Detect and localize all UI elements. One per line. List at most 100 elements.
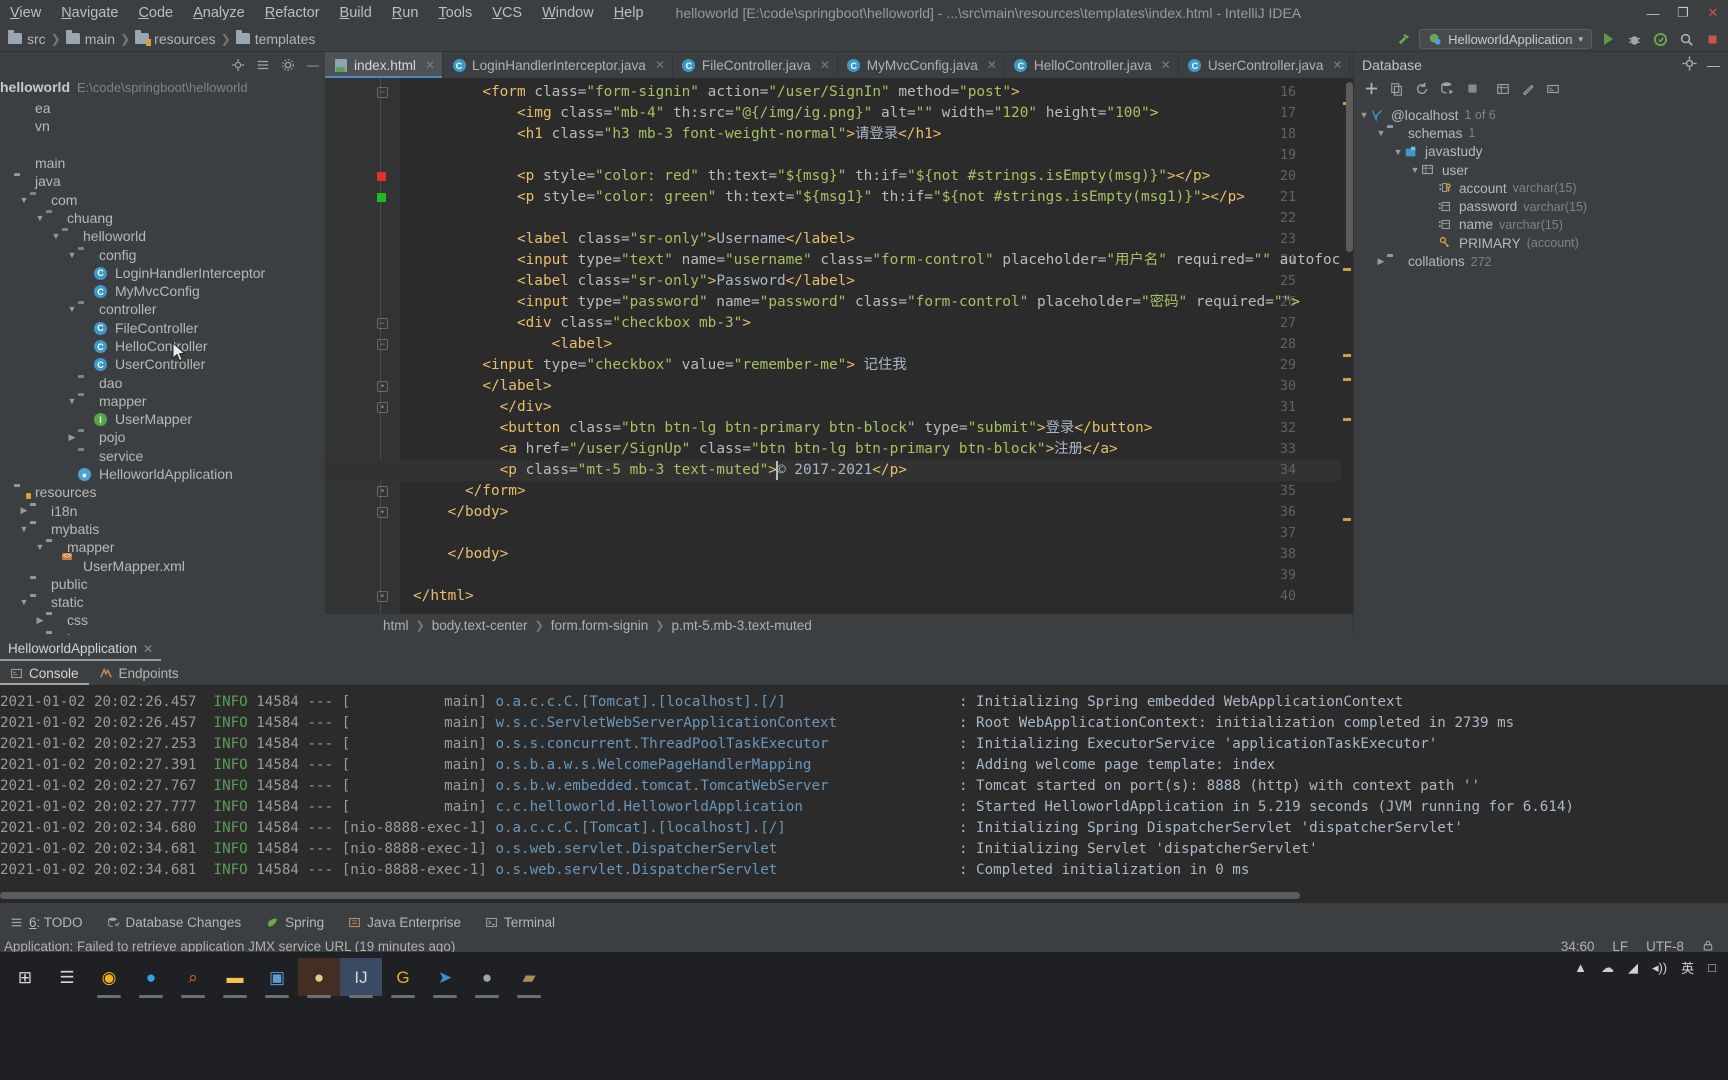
- code-line[interactable]: </html>: [413, 586, 474, 607]
- build-hammer-icon[interactable]: [1393, 29, 1413, 49]
- refresh-icon[interactable]: [1415, 82, 1429, 99]
- steam-icon[interactable]: ●: [466, 958, 508, 998]
- tree-item-usermapper[interactable]: I UserMapper: [0, 410, 325, 428]
- chevron-right-icon[interactable]: ▶: [18, 505, 30, 516]
- intellij-idea-icon[interactable]: IJ: [340, 958, 382, 998]
- grammarly-icon[interactable]: G: [382, 958, 424, 998]
- editor-breadcrumb-item[interactable]: form.form-signin: [551, 618, 649, 633]
- stop-icon[interactable]: [1702, 29, 1722, 49]
- close-icon[interactable]: ✕: [1161, 58, 1171, 72]
- chevron-down-icon[interactable]: ▼: [34, 213, 46, 223]
- editor-tab-hellocontroller-java[interactable]: C HelloController.java ✕: [1005, 52, 1179, 78]
- tree-item-helloworldapplication[interactable]: ● HelloworldApplication: [0, 465, 325, 483]
- code-line[interactable]: <p class="mt-5 mb-3 text-muted">© 2017-2…: [413, 460, 907, 481]
- breadcrumb-item-main[interactable]: main: [65, 30, 115, 47]
- console-icon[interactable]: [1546, 82, 1560, 99]
- tree-item-i18n[interactable]: ▶ i18n: [0, 502, 325, 520]
- hide-panel-icon[interactable]: —: [305, 57, 321, 73]
- editor-tab-usercontroller-java[interactable]: C UserController.java ✕: [1179, 52, 1351, 78]
- tree-item-usermapper-xml[interactable]: UserMapper.xml: [0, 556, 325, 574]
- chevron-down-icon[interactable]: ▼: [1409, 165, 1421, 175]
- fold-end-icon[interactable]: •: [377, 507, 388, 518]
- run-configuration-selector[interactable]: HelloworldApplication ▾: [1419, 29, 1592, 49]
- editor-breadcrumb-item[interactable]: body.text-center: [432, 618, 528, 633]
- tree-item-blank[interactable]: [0, 136, 325, 154]
- remote-desktop-icon[interactable]: ▣: [256, 958, 298, 998]
- editor-tab-loginhandlerinterceptor-java[interactable]: C LoginHandlerInterceptor.java ✕: [443, 52, 673, 78]
- tree-item-filecontroller[interactable]: C FileController: [0, 319, 325, 337]
- chevron-down-icon[interactable]: ▼: [1375, 128, 1387, 138]
- db-tree-item-javastudy[interactable]: ▼ javastudy: [1354, 143, 1728, 161]
- code-line[interactable]: <input type="password" name="password" c…: [413, 292, 1300, 313]
- locate-icon[interactable]: [1682, 56, 1697, 74]
- chevron-down-icon[interactable]: ▼: [18, 195, 30, 205]
- notification-icon[interactable]: □: [1708, 960, 1716, 975]
- chevron-right-icon[interactable]: ▶: [1375, 256, 1387, 267]
- tree-item-img[interactable]: ▼ img: [0, 630, 325, 635]
- tree-item-css[interactable]: ▶ css: [0, 611, 325, 629]
- close-icon[interactable]: ✕: [655, 58, 665, 72]
- tree-item-mapper[interactable]: ▼ mapper: [0, 538, 325, 556]
- ime-icon[interactable]: 英: [1681, 958, 1694, 977]
- db-tree-item-name[interactable]: name varchar(15): [1354, 216, 1728, 234]
- media-icon[interactable]: ●: [298, 958, 340, 998]
- tree-item-mybatis[interactable]: ▼ mybatis: [0, 520, 325, 538]
- task-view-icon[interactable]: ☰: [46, 958, 88, 996]
- menu-item-vcs[interactable]: VCS: [482, 0, 532, 26]
- expand-collapse-icon[interactable]: [255, 57, 271, 73]
- editor-vertical-scrollbar[interactable]: [1346, 82, 1353, 252]
- run-query-icon[interactable]: [1440, 81, 1455, 99]
- code-line[interactable]: <p style="color: green" th:text="${msg1}…: [413, 187, 1245, 208]
- code-line[interactable]: <h1 class="h3 mb-3 font-weight-normal">请…: [413, 124, 941, 145]
- debug-icon[interactable]: [1624, 29, 1644, 49]
- add-icon[interactable]: [1364, 81, 1379, 99]
- tree-item-usercontroller[interactable]: C UserController: [0, 355, 325, 373]
- table-icon[interactable]: [1496, 82, 1510, 99]
- menu-item-navigate[interactable]: Navigate: [51, 0, 128, 26]
- tree-item-loginhandlerinterceptor[interactable]: C LoginHandlerInterceptor: [0, 264, 325, 282]
- close-icon[interactable]: ✕: [1332, 58, 1342, 72]
- close-button[interactable]: ✕: [1698, 0, 1728, 26]
- chevron-down-icon[interactable]: ▼: [18, 597, 30, 607]
- editor-breadcrumb[interactable]: html ❯ body.text-center ❯ form.form-signin ❯ p…: [325, 614, 1353, 636]
- code-line[interactable]: <label>: [413, 334, 613, 355]
- breadcrumb-item-resources[interactable]: resources: [135, 30, 216, 47]
- tree-item-dao[interactable]: dao: [0, 373, 325, 391]
- menu-item-build[interactable]: Build: [330, 0, 382, 26]
- start-icon[interactable]: ⊞: [4, 958, 46, 996]
- stop-icon[interactable]: [1466, 82, 1479, 98]
- code-line[interactable]: </label>: [413, 376, 551, 397]
- code-line[interactable]: </form>: [413, 481, 526, 502]
- code-line[interactable]: <a href="/user/SignUp" class="btn btn-lg…: [413, 439, 1118, 460]
- menu-item-analyze[interactable]: Analyze: [183, 0, 255, 26]
- run-subtab-console[interactable]: Console: [0, 661, 89, 685]
- tree-item-helloworld[interactable]: ▼ helloworld: [0, 227, 325, 245]
- breadcrumb-item-templates[interactable]: templates: [235, 30, 315, 47]
- close-icon[interactable]: ✕: [820, 58, 830, 72]
- tree-item-main[interactable]: main: [0, 154, 325, 172]
- code-line[interactable]: <form class="form-signin" action="/user/…: [413, 82, 1019, 103]
- chevron-down-icon[interactable]: ▼: [34, 542, 46, 552]
- hide-database-panel-icon[interactable]: —: [1707, 58, 1720, 73]
- code-line[interactable]: <button class="btn btn-lg btn-primary bt…: [413, 418, 1153, 439]
- db-tree-item-account[interactable]: account varchar(15): [1354, 179, 1728, 197]
- db-tree-item-primary[interactable]: PRIMARY (account): [1354, 234, 1728, 252]
- editor-tab-filecontroller-java[interactable]: C FileController.java ✕: [673, 52, 838, 78]
- menu-item-window[interactable]: Window: [532, 0, 604, 26]
- code-line[interactable]: </body>: [413, 544, 509, 565]
- run-with-coverage-icon[interactable]: [1650, 29, 1670, 49]
- close-icon[interactable]: ✕: [143, 642, 153, 656]
- breadcrumb-item-src[interactable]: src: [8, 30, 46, 47]
- edit-icon[interactable]: [1521, 82, 1535, 99]
- editor-breadcrumb-item[interactable]: p.mt-5.mb-3.text-muted: [672, 618, 812, 633]
- tree-item-service[interactable]: service: [0, 447, 325, 465]
- db-tree-item--localhost[interactable]: ▼ @localhost 1 of 6: [1354, 106, 1728, 124]
- run-subtab-endpoints[interactable]: Endpoints: [89, 661, 189, 685]
- editor-tab-mymvcconfig-java[interactable]: C MyMvcConfig.java ✕: [838, 52, 1005, 78]
- close-icon[interactable]: ✕: [425, 58, 435, 72]
- editor-tab-index-html[interactable]: index.html ✕: [325, 52, 444, 78]
- menu-item-refactor[interactable]: Refactor: [255, 0, 330, 26]
- tree-item-static[interactable]: ▼ static: [0, 593, 325, 611]
- copy-icon[interactable]: [1390, 82, 1404, 99]
- chevron-right-icon[interactable]: ▶: [66, 432, 78, 443]
